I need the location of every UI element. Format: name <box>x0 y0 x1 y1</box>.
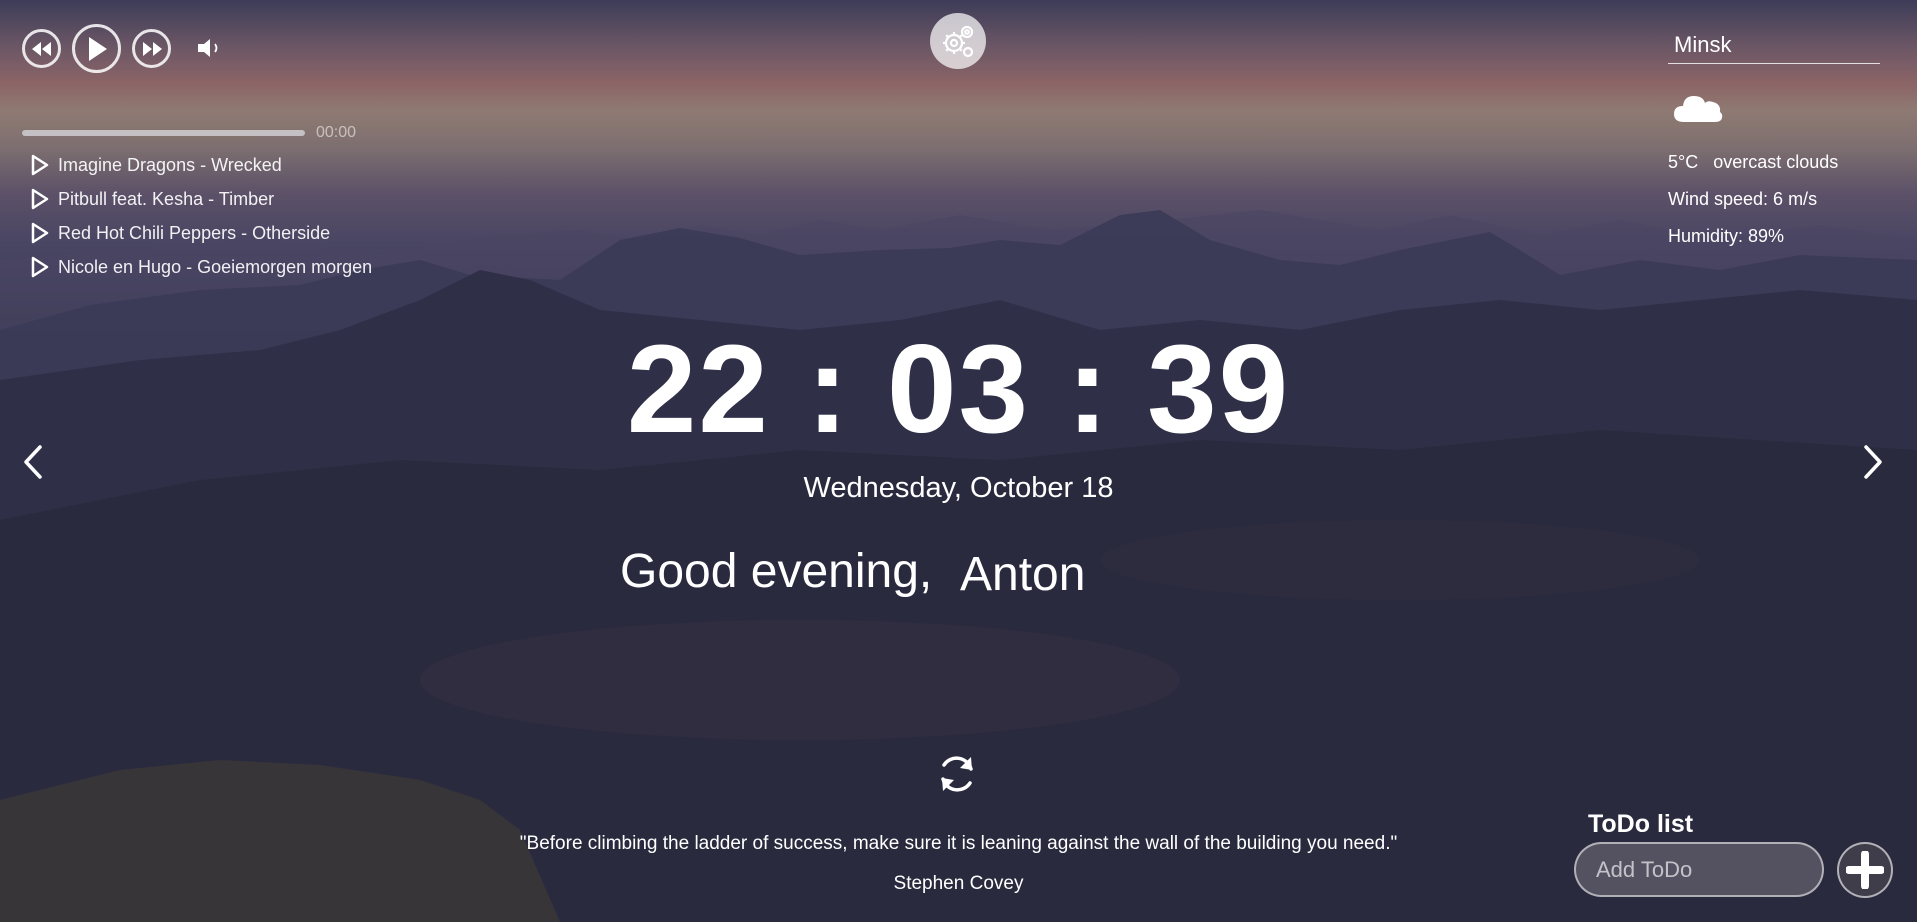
todo-title: ToDo list <box>1588 810 1694 838</box>
playlist-item[interactable]: Pitbull feat. Kesha - Timber <box>30 182 372 216</box>
track-title: Red Hot Chili Peppers - Otherside <box>58 222 331 243</box>
fast-forward-icon <box>142 41 162 56</box>
gears-icon <box>943 25 974 58</box>
city-input[interactable] <box>1668 26 1880 64</box>
temperature: 5°C <box>1668 152 1699 172</box>
playlist-item[interactable]: Imagine Dragons - Wrecked <box>30 148 372 182</box>
play-icon <box>88 36 107 61</box>
current-time: 00:00 <box>316 124 357 141</box>
humidity: Humidity: 89% <box>1668 226 1785 246</box>
settings-button[interactable] <box>930 13 986 69</box>
playlist: Imagine Dragons - Wrecked Pitbull feat. … <box>30 148 372 284</box>
play-button[interactable] <box>72 24 121 73</box>
plus-icon <box>1846 851 1884 889</box>
track-title: Imagine Dragons - Wrecked <box>58 154 282 175</box>
weather-summary: 5°C overcast clouds <box>1668 152 1838 173</box>
playlist-item[interactable]: Red Hot Chili Peppers - Otherside <box>30 216 372 250</box>
add-todo-button[interactable] <box>1837 842 1893 898</box>
track-title: Nicole en Hugo - Goeiemorgen morgen <box>58 256 373 277</box>
todo-input[interactable] <box>1574 842 1824 897</box>
refresh-icon[interactable] <box>934 751 980 797</box>
play-item-icon <box>31 222 49 244</box>
track-title: Pitbull feat. Kesha - Timber <box>58 188 275 209</box>
playlist-item[interactable]: Nicole en Hugo - Goeiemorgen morgen <box>30 250 372 284</box>
name-input[interactable] <box>960 544 1180 604</box>
previous-track-button[interactable] <box>22 29 61 68</box>
cloud-icon <box>1674 96 1723 122</box>
next-track-button[interactable] <box>132 29 171 68</box>
play-item-icon <box>31 154 49 176</box>
track-progress-bar[interactable] <box>22 130 305 136</box>
clock: 22 : 03 : 39 <box>626 320 1291 459</box>
wind-speed: Wind speed: 6 m/s <box>1668 189 1818 209</box>
play-item-icon <box>31 256 49 278</box>
weather-description: overcast clouds <box>1713 152 1839 172</box>
rewind-icon <box>31 41 51 56</box>
play-item-icon <box>31 188 49 210</box>
volume-icon[interactable] <box>196 36 226 60</box>
greeting: Good evening, <box>620 545 933 598</box>
date: Wednesday, October 18 <box>803 472 1114 504</box>
